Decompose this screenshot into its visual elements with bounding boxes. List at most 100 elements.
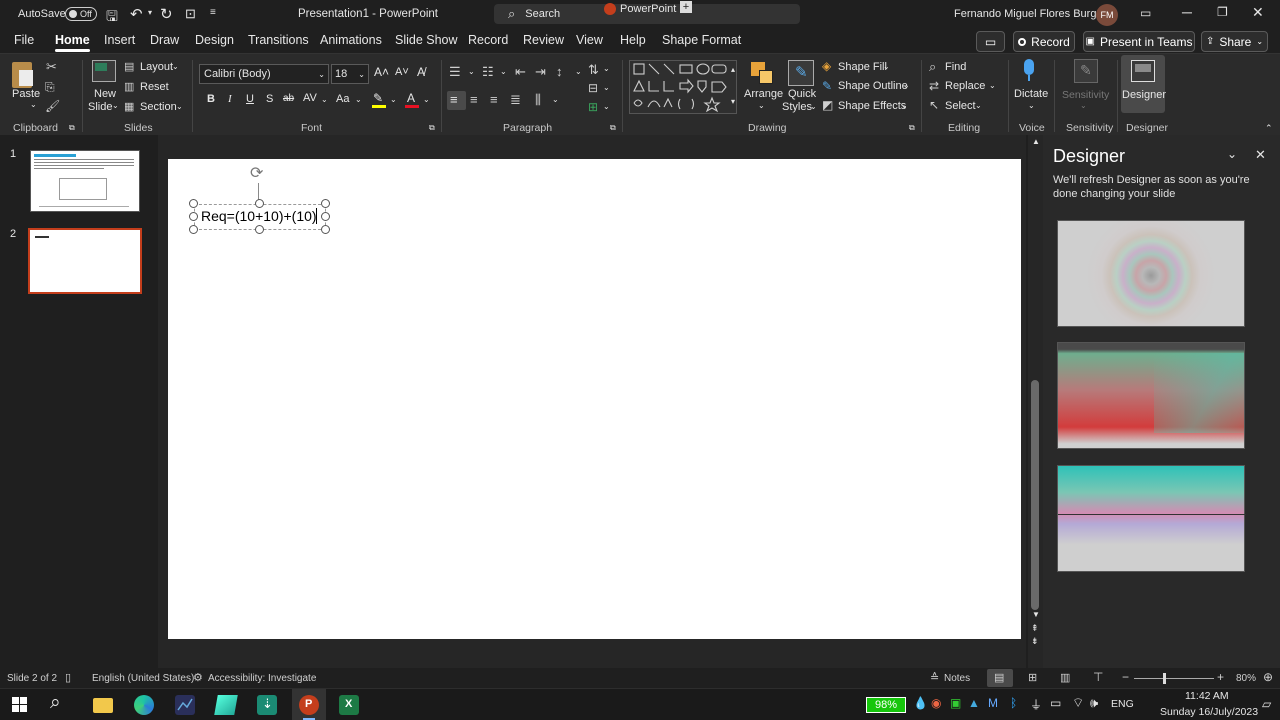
slide-thumbnail-1[interactable] (30, 150, 140, 212)
excel-icon[interactable]: X (339, 695, 359, 715)
shape-outline-dropdown-icon[interactable]: ⌄ (903, 81, 910, 90)
fit-to-window-icon[interactable]: ⊕ (1263, 670, 1273, 684)
tab-insert[interactable]: Insert (104, 33, 135, 47)
change-case-button[interactable]: Aa (336, 93, 349, 105)
dictate-dropdown-icon[interactable]: ⌄ (1028, 101, 1035, 110)
windows-start-icon[interactable] (12, 697, 28, 713)
paste-label[interactable]: Paste (12, 88, 40, 100)
line-spacing-icon[interactable]: ↕ (556, 64, 563, 79)
select-icon[interactable]: ↖ (929, 98, 939, 112)
customize-qat-icon[interactable]: ≡ (210, 7, 216, 18)
powerpoint-app-tab[interactable]: PowerPoint (604, 2, 676, 16)
accessibility-status[interactable]: Accessibility: Investigate (208, 673, 316, 684)
paragraph-launcher-icon[interactable]: ⧉ (610, 123, 616, 133)
new-slide-label-2[interactable]: Slide (88, 101, 112, 113)
numbering-icon[interactable]: ☷ (482, 64, 494, 80)
select-button[interactable]: Select (945, 100, 976, 112)
tab-animations[interactable]: Animations (320, 33, 382, 47)
resize-handle[interactable] (321, 225, 330, 234)
usb-icon[interactable]: ⏚ (1030, 696, 1042, 713)
font-size-select[interactable]: 18 ⌄ (331, 64, 369, 84)
collapse-ribbon-icon[interactable]: ⌃ (1265, 123, 1273, 134)
notes-button[interactable]: Notes (944, 673, 970, 684)
paste-dropdown-icon[interactable]: ⌄ (30, 100, 37, 109)
arrange-dropdown-icon[interactable]: ⌄ (758, 101, 765, 110)
copy-icon[interactable]: ⎘ (45, 80, 55, 95)
font-color-dropdown-icon[interactable]: ⌄ (423, 95, 430, 104)
section-icon[interactable]: ▦ (124, 100, 134, 113)
arrange-label[interactable]: Arrange (744, 88, 783, 100)
undo-icon[interactable]: ↶ (130, 5, 143, 23)
layout-icon[interactable]: ▤ (124, 60, 134, 73)
slide-canvas[interactable]: ⟳ Req=(10+10)+(10) (168, 159, 1021, 639)
resize-handle[interactable] (255, 225, 264, 234)
tab-help[interactable]: Help (620, 33, 646, 47)
strikethrough-button[interactable]: ab (283, 93, 294, 104)
shapes-gallery[interactable] (629, 60, 737, 114)
download-app-icon[interactable]: ⇣ (257, 695, 277, 715)
zoom-in-icon[interactable]: + (1217, 670, 1224, 684)
section-button[interactable]: Section (140, 101, 177, 113)
tab-design[interactable]: Design (195, 33, 234, 47)
tray-overflow-icon[interactable]: ▭ (1050, 696, 1061, 710)
drive-icon[interactable]: ▲ (968, 696, 980, 710)
underline-button[interactable]: U (246, 93, 254, 105)
select-dropdown-icon[interactable]: ⌄ (975, 101, 982, 110)
previous-slide-icon[interactable]: ⇞ (1031, 623, 1039, 634)
clock-time[interactable]: 11:42 AM (1185, 690, 1229, 702)
clear-formatting-icon[interactable]: A̸ (417, 65, 425, 79)
scroll-up-icon[interactable]: ▲ (1032, 137, 1040, 146)
droplet-icon[interactable]: 💧 (913, 696, 928, 710)
slide-show-icon[interactable]: ⊤ (1093, 670, 1103, 684)
shape-effects-dropdown-icon[interactable]: ⌄ (901, 101, 908, 110)
zoom-out-icon[interactable]: − (1122, 670, 1129, 684)
tab-view[interactable]: View (576, 33, 603, 47)
tray-app-icon[interactable]: ▣ (950, 696, 961, 710)
notifications-icon[interactable]: ▱ (1262, 697, 1271, 711)
font-launcher-icon[interactable]: ⧉ (429, 123, 435, 133)
new-tab-icon[interactable]: + (680, 1, 692, 13)
file-explorer-icon[interactable] (93, 698, 113, 713)
wifi-icon[interactable]: ⌔ (1072, 695, 1084, 711)
find-icon[interactable]: ⌕ (929, 59, 936, 75)
bold-button[interactable]: B (207, 93, 215, 105)
layout-dropdown-icon[interactable]: ⌄ (172, 62, 179, 71)
tab-transitions[interactable]: Transitions (248, 33, 309, 47)
taskbar-search-icon[interactable]: ⌕ (50, 692, 61, 714)
new-slide-label-1[interactable]: New (94, 88, 116, 100)
close-icon[interactable]: ✕ (1252, 4, 1264, 21)
layout-button[interactable]: Layout (140, 61, 173, 73)
zoom-slider-thumb[interactable] (1163, 673, 1166, 684)
microphone-icon[interactable] (1022, 59, 1036, 83)
user-avatar[interactable]: FM (1096, 4, 1118, 26)
line-spacing-dropdown-icon[interactable]: ⌄ (575, 67, 582, 76)
reading-view-icon[interactable]: ▥ (1060, 671, 1070, 684)
reset-button[interactable]: Reset (140, 81, 169, 93)
columns-icon[interactable]: ⫼ (535, 92, 541, 108)
tab-draw[interactable]: Draw (150, 33, 179, 47)
increase-indent-icon[interactable]: ⇥ (535, 64, 546, 80)
slide-sorter-icon[interactable]: ⊞ (1028, 671, 1037, 684)
autosave-toggle[interactable]: Off (65, 7, 97, 21)
text-direction-dropdown-icon[interactable]: ⌄ (603, 64, 610, 73)
format-painter-icon[interactable]: 🖌 (45, 99, 60, 113)
font-color-button[interactable]: A (405, 91, 419, 108)
highlight-dropdown-icon[interactable]: ⌄ (390, 95, 397, 104)
ribbon-display-icon[interactable]: ▭ (1140, 6, 1151, 20)
minimize-icon[interactable]: ─ (1182, 4, 1192, 20)
text-shadow-button[interactable]: S (266, 93, 273, 105)
bullets-dropdown-icon[interactable]: ⌄ (468, 67, 475, 76)
vertical-scrollbar[interactable]: ▲ ▼ ⇞ ⇟ (1028, 135, 1044, 668)
font-name-select[interactable]: Calibri (Body) ⌄ (199, 64, 329, 84)
new-slide-dropdown-icon[interactable]: ⌄ (112, 101, 119, 110)
resize-handle[interactable] (189, 199, 198, 208)
shape-outline-icon[interactable]: ✎ (822, 79, 832, 93)
comments-button[interactable]: ▭ (976, 31, 1005, 52)
input-language[interactable]: ENG (1111, 698, 1134, 710)
decrease-indent-icon[interactable]: ⇤ (515, 64, 526, 80)
shapes-scroll-up-icon[interactable]: ▴ (731, 65, 735, 74)
shape-outline-button[interactable]: Shape Outline (838, 80, 908, 92)
dictate-button[interactable]: Dictate (1014, 88, 1048, 100)
redo-icon[interactable]: ↻ (160, 5, 173, 23)
next-slide-icon[interactable]: ⇟ (1031, 636, 1039, 647)
